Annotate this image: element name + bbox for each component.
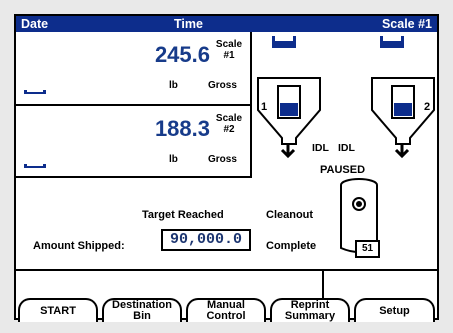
time-label: Time [174, 17, 203, 31]
scale-2-label-line2: #2 [223, 124, 235, 135]
scale-1-label-line1: Scale [215, 39, 243, 50]
manual-control-label-line2: Control [206, 310, 246, 322]
cleanout-complete-label: Complete [266, 240, 317, 252]
reprint-summary-button[interactable]: Reprint Summary [270, 298, 350, 322]
bin-2-hopper-icon[interactable] [371, 77, 435, 159]
destination-bin-label-line2: Bin [133, 310, 151, 322]
bin-1-status: IDL [312, 142, 329, 154]
amount-shipped-label: Amount Shipped: [33, 240, 125, 252]
bin-1-hopper-icon[interactable] [257, 77, 321, 159]
scale-1-label-line2: #1 [223, 50, 235, 61]
scale-1-readout[interactable]: 245.6 Scale #1 lb Gross [16, 32, 250, 106]
scale-2-unit: lb [169, 154, 178, 165]
start-button-label: START [40, 304, 76, 317]
reprint-summary-label-line2: Summary [284, 310, 336, 322]
bin-graphics [257, 77, 435, 159]
scale-2-label-line1: Scale [215, 113, 243, 124]
divider-vertical [322, 269, 324, 299]
scale-readout-box: 245.6 Scale #1 lb Gross 188.3 Scale #2 l… [16, 32, 252, 178]
amount-shipped-value: 90,000.0 [161, 229, 251, 251]
scale-1-unit: lb [169, 80, 178, 91]
target-status: Target Reached [142, 209, 224, 221]
start-button[interactable]: START [18, 298, 98, 322]
destination-bin-button[interactable]: Destination Bin [102, 298, 182, 322]
scale-2-readout[interactable]: 188.3 Scale #2 lb Gross [16, 106, 250, 178]
setup-button[interactable]: Setup [354, 298, 435, 322]
divider-horizontal [16, 269, 437, 271]
scale-1-weight: 245.6 [154, 42, 210, 67]
container-count: 51 [355, 240, 380, 258]
scale-1-zero-icon [24, 90, 46, 94]
bin-2-number: 2 [424, 101, 431, 113]
manual-control-button[interactable]: Manual Control [186, 298, 266, 322]
scale-1-mode: Gross [208, 80, 237, 91]
date-label: Date [21, 17, 49, 31]
system-state: PAUSED [320, 164, 366, 176]
scale-2-zero-icon [24, 164, 46, 168]
status-header: Date Time Scale #1 [16, 16, 437, 32]
bin-2-chevron-icon [380, 36, 404, 48]
scale-2-weight: 188.3 [154, 116, 210, 141]
hmi-panel: Date Time Scale #1 245.6 Scale #1 lb Gro… [14, 14, 439, 322]
bin-1-chevron-icon [272, 36, 296, 48]
scale-1-label: Scale #1 [214, 39, 244, 61]
scale-2-label: Scale #2 [214, 113, 244, 135]
scale-2-mode: Gross [208, 154, 237, 165]
setup-button-label: Setup [379, 304, 410, 317]
cleanout-label: Cleanout [266, 209, 314, 221]
active-scale-label: Scale #1 [381, 17, 432, 31]
bin-2-status: IDL [338, 142, 355, 154]
bin-1-number: 1 [261, 101, 268, 113]
device-screen: Date Time Scale #1 245.6 Scale #1 lb Gro… [0, 0, 453, 333]
